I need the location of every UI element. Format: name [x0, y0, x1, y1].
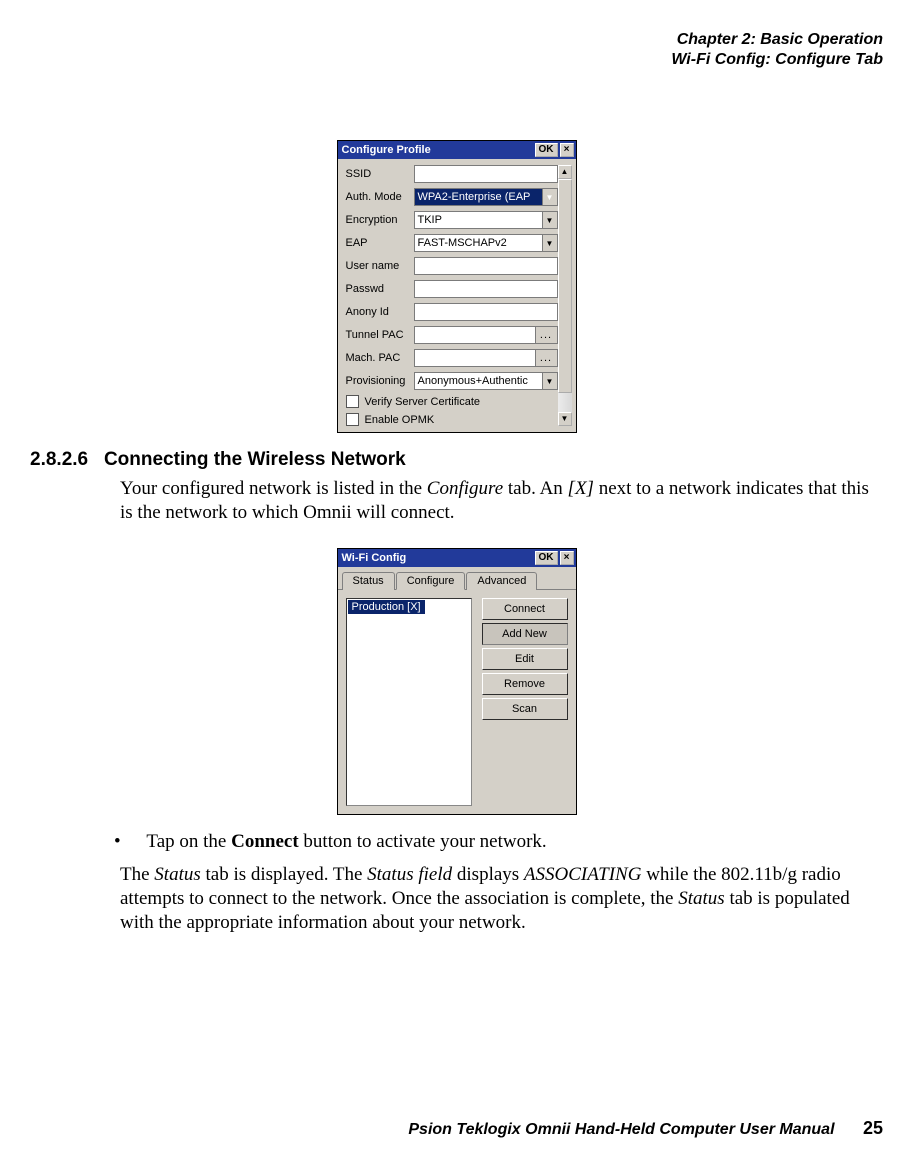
scroll-track[interactable] — [558, 179, 572, 412]
term-x-marker: [X] — [568, 478, 594, 499]
para-intro: Your configured network is listed in the… — [120, 477, 883, 526]
term-status-field: Status field — [367, 864, 452, 885]
tabs: Status Configure Advanced — [338, 567, 576, 590]
chevron-down-icon[interactable]: ▼ — [542, 373, 557, 389]
label-anony-id: Anony Id — [346, 306, 414, 318]
auth-mode-value: WPA2-Enterprise (EAP — [418, 191, 531, 203]
remove-button[interactable]: Remove — [482, 673, 568, 695]
provisioning-value: Anonymous+Authentic — [418, 375, 528, 387]
anony-id-input[interactable] — [414, 303, 558, 321]
verify-cert-checkbox[interactable] — [346, 395, 359, 408]
label-username: User name — [346, 260, 414, 272]
tab-configure[interactable]: Configure — [396, 572, 466, 590]
password-input[interactable] — [414, 280, 558, 298]
page-header: Chapter 2: Basic Operation Wi-Fi Config:… — [30, 30, 883, 70]
titlebar: Wi-Fi Config OK × — [338, 549, 576, 567]
titlebar-title: Wi-Fi Config — [340, 552, 535, 564]
section-line: Wi-Fi Config: Configure Tab — [30, 50, 883, 70]
titlebar: Configure Profile OK × — [338, 141, 576, 159]
verify-cert-label: Verify Server Certificate — [365, 396, 481, 408]
label-tunnel-pac: Tunnel PAC — [346, 329, 414, 341]
label-ssid: SSID — [346, 168, 414, 180]
vertical-scrollbar[interactable]: ▲ ▼ — [558, 165, 572, 426]
chevron-down-icon[interactable]: ▼ — [542, 235, 557, 251]
label-password: Passwd — [346, 283, 414, 295]
edit-button[interactable]: Edit — [482, 648, 568, 670]
eap-value: FAST-MSCHAPv2 — [418, 237, 507, 249]
term-status-2: Status — [678, 888, 724, 909]
chapter-line: Chapter 2: Basic Operation — [30, 30, 883, 50]
list-item: Tap on the Connect button to activate yo… — [142, 831, 883, 853]
browse-button[interactable]: ... — [535, 350, 557, 366]
scroll-down-icon[interactable]: ▼ — [558, 412, 572, 426]
ok-button[interactable]: OK — [535, 143, 558, 157]
close-button[interactable]: × — [560, 551, 574, 565]
tab-pane-configure: Production [X] Connect Add New Edit Remo… — [338, 590, 576, 814]
tab-advanced[interactable]: Advanced — [466, 572, 537, 590]
browse-button[interactable]: ... — [535, 327, 557, 343]
scan-button[interactable]: Scan — [482, 698, 568, 720]
term-configure: Configure — [427, 478, 503, 499]
label-eap: EAP — [346, 237, 414, 249]
titlebar-title: Configure Profile — [340, 144, 535, 156]
page-number: 25 — [863, 1118, 883, 1138]
enable-opmk-checkbox[interactable] — [346, 413, 359, 426]
ok-button[interactable]: OK — [535, 551, 558, 565]
label-encryption: Encryption — [346, 214, 414, 226]
term-connect: Connect — [231, 831, 299, 852]
label-provisioning: Provisioning — [346, 375, 414, 387]
encryption-combo[interactable]: TKIP ▼ — [414, 211, 558, 229]
eap-combo[interactable]: FAST-MSCHAPv2 ▼ — [414, 234, 558, 252]
ssid-input[interactable] — [414, 165, 558, 183]
add-new-button[interactable]: Add New — [482, 623, 568, 645]
provisioning-combo[interactable]: Anonymous+Authentic ▼ — [414, 372, 558, 390]
footer-text: Psion Teklogix Omnii Hand-Held Computer … — [408, 1121, 834, 1138]
network-listbox[interactable]: Production [X] — [346, 598, 472, 806]
enable-opmk-label: Enable OPMK — [365, 414, 435, 426]
tunnel-pac-input[interactable]: ... — [414, 326, 558, 344]
chevron-down-icon[interactable]: ▼ — [542, 189, 557, 205]
auth-mode-combo[interactable]: WPA2-Enterprise (EAP ▼ — [414, 188, 558, 206]
chevron-down-icon[interactable]: ▼ — [542, 212, 557, 228]
term-status: Status — [154, 864, 200, 885]
dialog-configure-profile: Configure Profile OK × SSID ▲ ▼ Auth. Mo… — [337, 140, 577, 433]
section-title: Connecting the Wireless Network — [104, 449, 406, 470]
section-number: 2.8.2.6 — [30, 449, 88, 470]
label-auth-mode: Auth. Mode — [346, 191, 414, 203]
encryption-value: TKIP — [418, 214, 442, 226]
figure-wifi-config: Wi-Fi Config OK × Status Configure Advan… — [30, 548, 883, 815]
list-item[interactable]: Production [X] — [348, 600, 425, 614]
dialog-wifi-config: Wi-Fi Config OK × Status Configure Advan… — [337, 548, 577, 815]
para-status: The Status tab is displayed. The Status … — [120, 863, 883, 936]
button-column: Connect Add New Edit Remove Scan — [482, 598, 568, 806]
page-footer: Psion Teklogix Omnii Hand-Held Computer … — [408, 1118, 883, 1139]
tab-status[interactable]: Status — [342, 572, 395, 590]
label-mach-pac: Mach. PAC — [346, 352, 414, 364]
section-heading: 2.8.2.6 Connecting the Wireless Network — [30, 449, 883, 471]
bullet-list: Tap on the Connect button to activate yo… — [142, 831, 883, 853]
connect-button[interactable]: Connect — [482, 598, 568, 620]
term-associating: ASSOCIATING — [524, 864, 642, 885]
mach-pac-input[interactable]: ... — [414, 349, 558, 367]
figure-configure-profile: Configure Profile OK × SSID ▲ ▼ Auth. Mo… — [30, 140, 883, 433]
close-button[interactable]: × — [560, 143, 574, 157]
scroll-up-icon[interactable]: ▲ — [558, 165, 572, 179]
username-input[interactable] — [414, 257, 558, 275]
scroll-thumb[interactable] — [558, 179, 572, 393]
